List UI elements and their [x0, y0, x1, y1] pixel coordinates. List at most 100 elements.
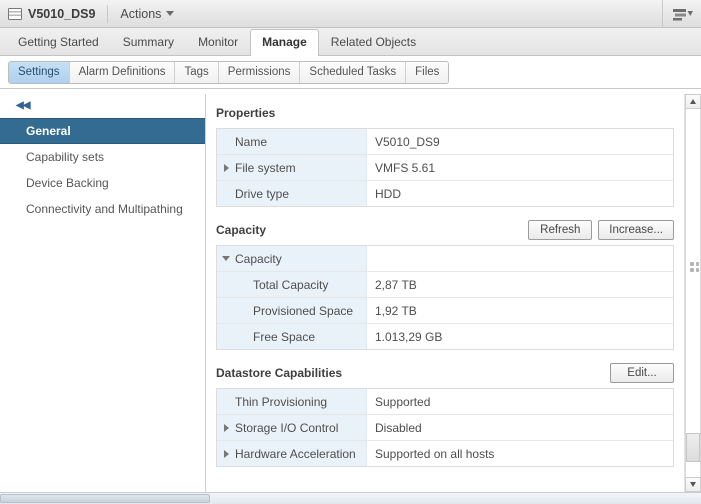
scroll-down-arrow-icon[interactable]	[685, 477, 701, 492]
tab-manage[interactable]: Manage	[250, 29, 319, 56]
tab-scheduled-tasks[interactable]: Scheduled Tasks	[300, 61, 407, 83]
table-row[interactable]: Provisioned Space 1,92 TB	[217, 298, 673, 324]
section-capacity-header: Capacity Refresh Increase...	[216, 217, 674, 245]
horizontal-scroll-thumb[interactable]	[0, 494, 211, 503]
triangle-down-icon	[690, 482, 696, 487]
row-key-cell: File system	[217, 155, 367, 180]
row-key-cell: Thin Provisioning	[217, 389, 367, 414]
properties-grid: Name V5010_DS9 File system VMFS 5.61 Dri…	[216, 128, 674, 207]
row-value-cell: 2,87 TB	[367, 272, 673, 297]
section-capacity-actions: Refresh Increase...	[528, 220, 674, 240]
vertical-scroll-track[interactable]	[685, 109, 701, 477]
panel-splitter-grip[interactable]	[690, 262, 699, 272]
chevron-right-icon	[223, 163, 229, 172]
collapse-twisty-icon[interactable]	[217, 256, 235, 261]
grip-dot	[695, 262, 699, 266]
row-key-label: Total Capacity	[253, 277, 329, 292]
row-key-cell: Total Capacity	[217, 272, 367, 297]
settings-sections: Properties Name V5010_DS9 File system VM…	[206, 94, 684, 492]
refresh-button[interactable]: Refresh	[528, 220, 593, 240]
tab-tags[interactable]: Tags	[175, 61, 219, 83]
content-vertical-scrollbar[interactable]	[684, 94, 701, 492]
triangle-up-icon	[690, 99, 696, 104]
table-row[interactable]: Drive type HDD	[217, 181, 673, 207]
table-row[interactable]: Total Capacity 2,87 TB	[217, 272, 673, 298]
row-value-cell: 1,92 TB	[367, 298, 673, 323]
section-datastore-capabilities-header: Datastore Capabilities Edit...	[216, 360, 674, 388]
sidebar-item-connectivity-and-multipathing[interactable]: Connectivity and Multipathing	[0, 196, 205, 222]
section-properties-title: Properties	[216, 106, 276, 120]
row-value-cell	[367, 246, 673, 271]
sidebar-item-general[interactable]: General	[0, 118, 205, 144]
edit-button[interactable]: Edit...	[610, 363, 674, 383]
header-toolbar	[662, 0, 701, 28]
row-key-cell: Drive type	[217, 181, 367, 206]
actions-menu-button[interactable]: Actions	[120, 6, 175, 21]
section-datastore-capabilities: Datastore Capabilities Edit... Thin Prov…	[216, 360, 674, 467]
sidebar-collapse-row: ◀◀	[0, 94, 205, 118]
row-key-cell: Name	[217, 129, 367, 154]
double-chevron-left-icon[interactable]: ◀◀	[16, 101, 30, 111]
row-value-cell: VMFS 5.61	[367, 155, 673, 180]
section-properties: Properties Name V5010_DS9 File system VM…	[216, 100, 674, 207]
row-key-cell: Free Space	[217, 324, 367, 349]
object-name-label: V5010_DS9	[28, 6, 96, 21]
vertical-scroll-thumb[interactable]	[686, 432, 700, 463]
table-row[interactable]: Thin Provisioning Supported	[217, 389, 673, 415]
tab-summary[interactable]: Summary	[111, 29, 186, 56]
capacity-grid: Capacity Total Capacity 2,87 TB Provisio…	[216, 245, 674, 350]
tab-settings[interactable]: Settings	[9, 61, 70, 83]
table-row[interactable]: Storage I/O Control Disabled	[217, 415, 673, 441]
grip-dot	[690, 268, 694, 272]
actions-menu-label: Actions	[120, 6, 162, 21]
sidebar-item-capability-sets[interactable]: Capability sets	[0, 144, 205, 170]
table-row[interactable]: Hardware Acceleration Supported on all h…	[217, 441, 673, 467]
page-horizontal-scrollbar[interactable]	[0, 492, 701, 504]
row-key-label: Name	[235, 134, 268, 149]
settings-content-panel: Properties Name V5010_DS9 File system VM…	[206, 94, 701, 492]
chevron-down-icon	[166, 11, 175, 16]
object-header-bar: V5010_DS9 Actions	[0, 0, 701, 28]
row-key-cell: Storage I/O Control	[217, 415, 367, 440]
expand-twisty-icon[interactable]	[217, 423, 235, 432]
row-value-cell: Supported on all hosts	[367, 441, 673, 466]
section-properties-header: Properties	[216, 100, 674, 128]
sidebar-item-device-backing[interactable]: Device Backing	[0, 170, 205, 196]
content-split: ◀◀ General Capability sets Device Backin…	[0, 94, 701, 492]
tab-monitor[interactable]: Monitor	[186, 29, 250, 56]
filter-list-icon[interactable]	[673, 8, 693, 21]
datastore-icon	[8, 7, 22, 20]
row-value-cell: Disabled	[367, 415, 673, 440]
expand-twisty-icon[interactable]	[217, 449, 235, 458]
row-key-label: Hardware Acceleration	[235, 446, 356, 461]
expand-twisty-icon[interactable]	[217, 163, 235, 172]
scroll-up-arrow-icon[interactable]	[685, 94, 701, 109]
increase-button[interactable]: Increase...	[598, 220, 674, 240]
row-key-label: Thin Provisioning	[235, 394, 328, 409]
sidebar-nav-list: General Capability sets Device Backing C…	[0, 118, 205, 222]
table-row[interactable]: Capacity	[217, 246, 673, 272]
secondary-tab-bar: Settings Alarm Definitions Tags Permissi…	[0, 56, 701, 89]
row-key-cell: Hardware Acceleration	[217, 441, 367, 466]
tab-files[interactable]: Files	[406, 61, 449, 83]
tab-related-objects[interactable]: Related Objects	[319, 29, 428, 56]
tab-permissions[interactable]: Permissions	[218, 61, 301, 83]
primary-tab-bar: Getting Started Summary Monitor Manage R…	[0, 28, 701, 56]
datastore-capabilities-grid: Thin Provisioning Supported Storage I/O …	[216, 388, 674, 467]
grip-dot	[690, 262, 694, 266]
filter-list-icon-svg	[673, 8, 693, 20]
row-value-cell: HDD	[367, 181, 673, 206]
tab-alarm-definitions[interactable]: Alarm Definitions	[69, 61, 176, 83]
chevron-right-icon	[223, 423, 229, 432]
table-row[interactable]: Free Space 1.013,29 GB	[217, 324, 673, 350]
row-key-cell: Provisioned Space	[217, 298, 367, 323]
section-capacity-title: Capacity	[216, 223, 267, 237]
table-row[interactable]: File system VMFS 5.61	[217, 155, 673, 181]
tab-getting-started[interactable]: Getting Started	[6, 29, 111, 56]
settings-sidebar: ◀◀ General Capability sets Device Backin…	[0, 94, 206, 492]
row-value-cell: 1.013,29 GB	[367, 324, 673, 349]
section-datastore-capabilities-actions: Edit...	[610, 363, 674, 383]
table-row[interactable]: Name V5010_DS9	[217, 129, 673, 155]
section-capacity: Capacity Refresh Increase... Capacity To…	[216, 217, 674, 350]
header-divider	[107, 4, 109, 23]
